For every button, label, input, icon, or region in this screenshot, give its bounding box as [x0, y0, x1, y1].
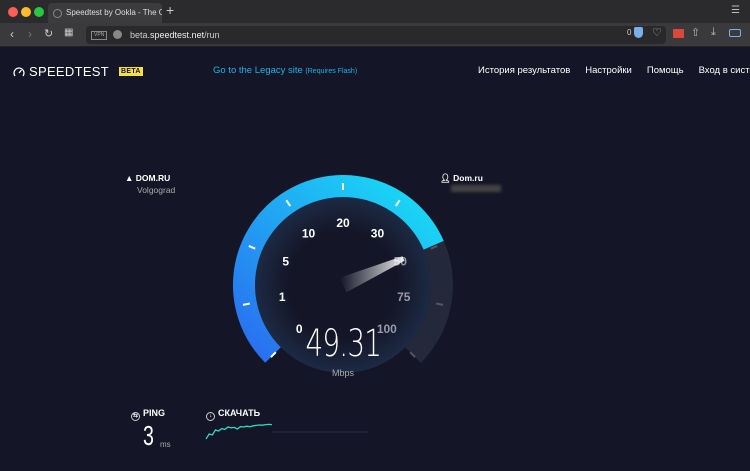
tab-menu-icon[interactable]: ☰ — [731, 5, 740, 16]
speed-unit: Mbps — [331, 368, 354, 378]
speed-value: 49.31 — [305, 322, 382, 365]
title-bar: Speedtest by Ookla - The Gl + ☰ — [0, 0, 750, 23]
gauge-label: 5 — [282, 254, 289, 268]
download-icon[interactable]: ⤓ — [711, 26, 716, 39]
gauge-label: 20 — [336, 216, 350, 230]
ping-value: 3 — [143, 420, 154, 451]
gauge-label: 0 — [296, 322, 303, 336]
back-button[interactable]: ‹ — [10, 27, 14, 41]
speed-dial-icon[interactable]: ▦ — [64, 27, 73, 38]
url-prefix: beta. — [130, 30, 151, 40]
browser-tab[interactable]: Speedtest by Ookla - The Gl — [48, 3, 162, 23]
gauge-label: 10 — [302, 226, 316, 240]
gauge-label: 30 — [371, 226, 385, 240]
speedtest-page: SPEEDTEST BETA Go to the Legacy site (Re… — [0, 48, 750, 471]
url-domain: speedtest.net — [150, 30, 205, 40]
battery-icon[interactable] — [729, 29, 741, 37]
gauge-tick — [242, 302, 251, 306]
globe-icon — [113, 30, 122, 39]
close-window-button[interactable] — [8, 7, 18, 17]
speedtest-favicon-icon — [53, 9, 62, 18]
download-label: ↓ СКАЧАТЬ — [206, 408, 260, 421]
gauge-label: 75 — [397, 290, 411, 304]
download-graph — [205, 423, 273, 440]
adblock-shield-icon[interactable] — [634, 27, 643, 38]
download-arrow-icon: ↓ — [206, 412, 215, 421]
ping-label-text: PING — [143, 408, 166, 418]
extension-icon[interactable] — [673, 29, 684, 38]
reload-button[interactable]: ↻ — [44, 27, 53, 40]
speed-gauge: 0151020305075100 — [205, 175, 453, 440]
maximize-window-button[interactable] — [34, 7, 44, 17]
download-label-text: СКАЧАТЬ — [218, 408, 261, 418]
heart-icon[interactable]: ♡ — [652, 26, 662, 39]
ping-icon: ⇆ — [131, 412, 140, 421]
ping-unit: ms — [160, 440, 171, 449]
gauge-label: 1 — [279, 290, 286, 304]
share-icon[interactable]: ⇧ — [691, 26, 700, 39]
forward-button[interactable]: › — [28, 27, 32, 41]
tab-title: Speedtest by Ookla - The Gl — [66, 8, 162, 17]
blocked-count: 0 — [627, 28, 632, 37]
gauge-tick — [435, 302, 444, 306]
url-path: /run — [204, 30, 220, 40]
minimize-window-button[interactable] — [21, 7, 31, 17]
vpn-badge[interactable]: VPN — [91, 31, 108, 40]
new-tab-button[interactable]: + — [166, 2, 174, 18]
address-bar[interactable]: VPN beta.speedtest.net/run — [86, 26, 666, 44]
